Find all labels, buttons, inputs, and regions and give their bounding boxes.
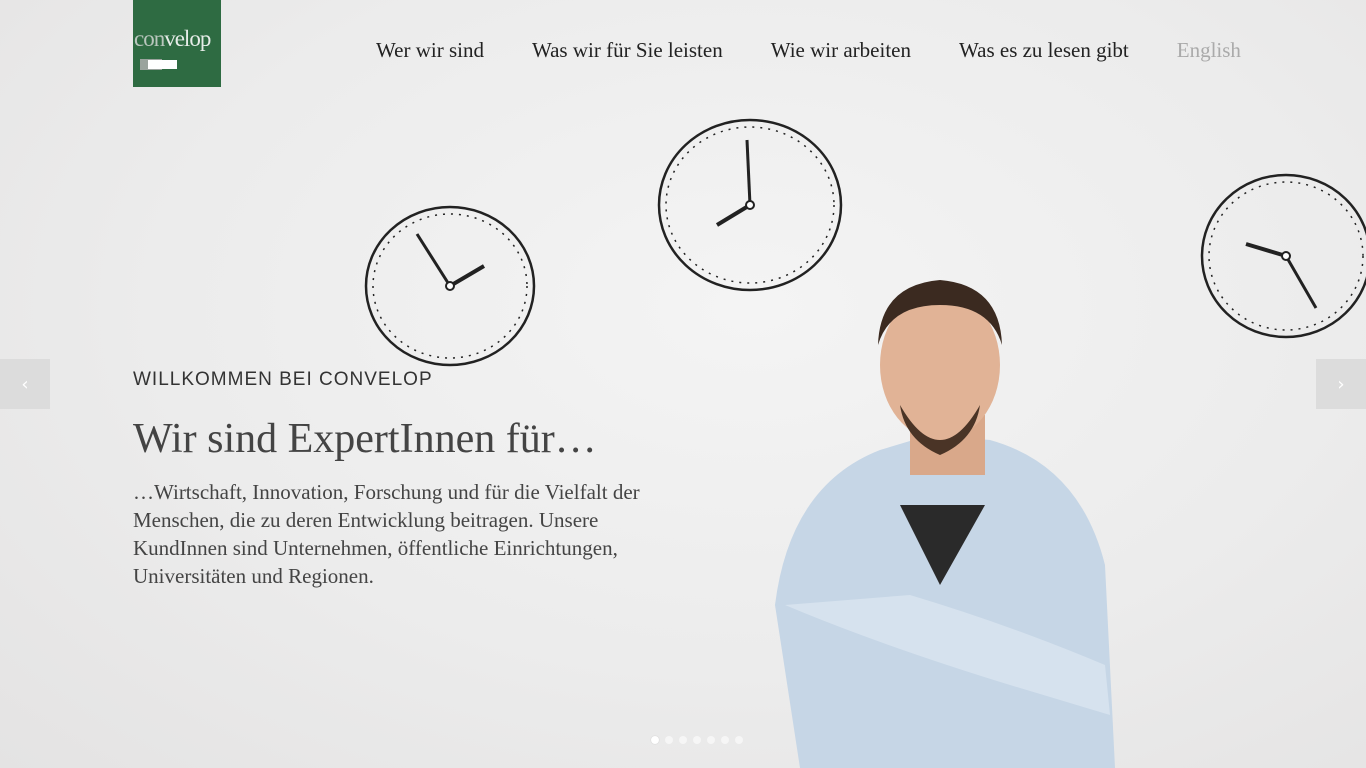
slide-dot-3[interactable] (679, 736, 687, 744)
chevron-left-icon: ‹ (21, 373, 29, 395)
clock-illustration (364, 205, 536, 367)
hero-title: Wir sind ExpertInnen für… (133, 416, 597, 462)
slide-dot-7[interactable] (735, 736, 743, 744)
language-switch-english[interactable]: English (1177, 38, 1241, 63)
hero-kicker: WILLKOMMEN BEI CONVELOP (133, 369, 433, 390)
convelop-logo[interactable]: convelop (133, 0, 221, 87)
slider-next-button[interactable]: › (1316, 359, 1366, 409)
main-navigation: Wer wir sind Was wir für Sie leisten Wie… (376, 38, 1241, 63)
nav-item-was-es-zu-lesen-gibt[interactable]: Was es zu lesen gibt (959, 38, 1129, 63)
nav-item-wie-wir-arbeiten[interactable]: Wie wir arbeiten (771, 38, 911, 63)
slider-prev-button[interactable]: ‹ (0, 359, 50, 409)
slider-pagination (651, 736, 743, 744)
slide-dot-2[interactable] (665, 736, 673, 744)
clock-illustration (1200, 173, 1366, 339)
slide-dot-5[interactable] (707, 736, 715, 744)
nav-item-was-wir-leisten[interactable]: Was wir für Sie leisten (532, 38, 723, 63)
slide-dot-6[interactable] (721, 736, 729, 744)
hero-person-photo (775, 280, 1115, 768)
slide-dot-4[interactable] (693, 736, 701, 744)
chevron-right-icon: › (1337, 373, 1345, 395)
slide-dot-1[interactable] (651, 736, 659, 744)
nav-item-wer-wir-sind[interactable]: Wer wir sind (376, 38, 484, 63)
hero-text: …Wirtschaft, Innovation, Forschung und f… (133, 480, 640, 588)
